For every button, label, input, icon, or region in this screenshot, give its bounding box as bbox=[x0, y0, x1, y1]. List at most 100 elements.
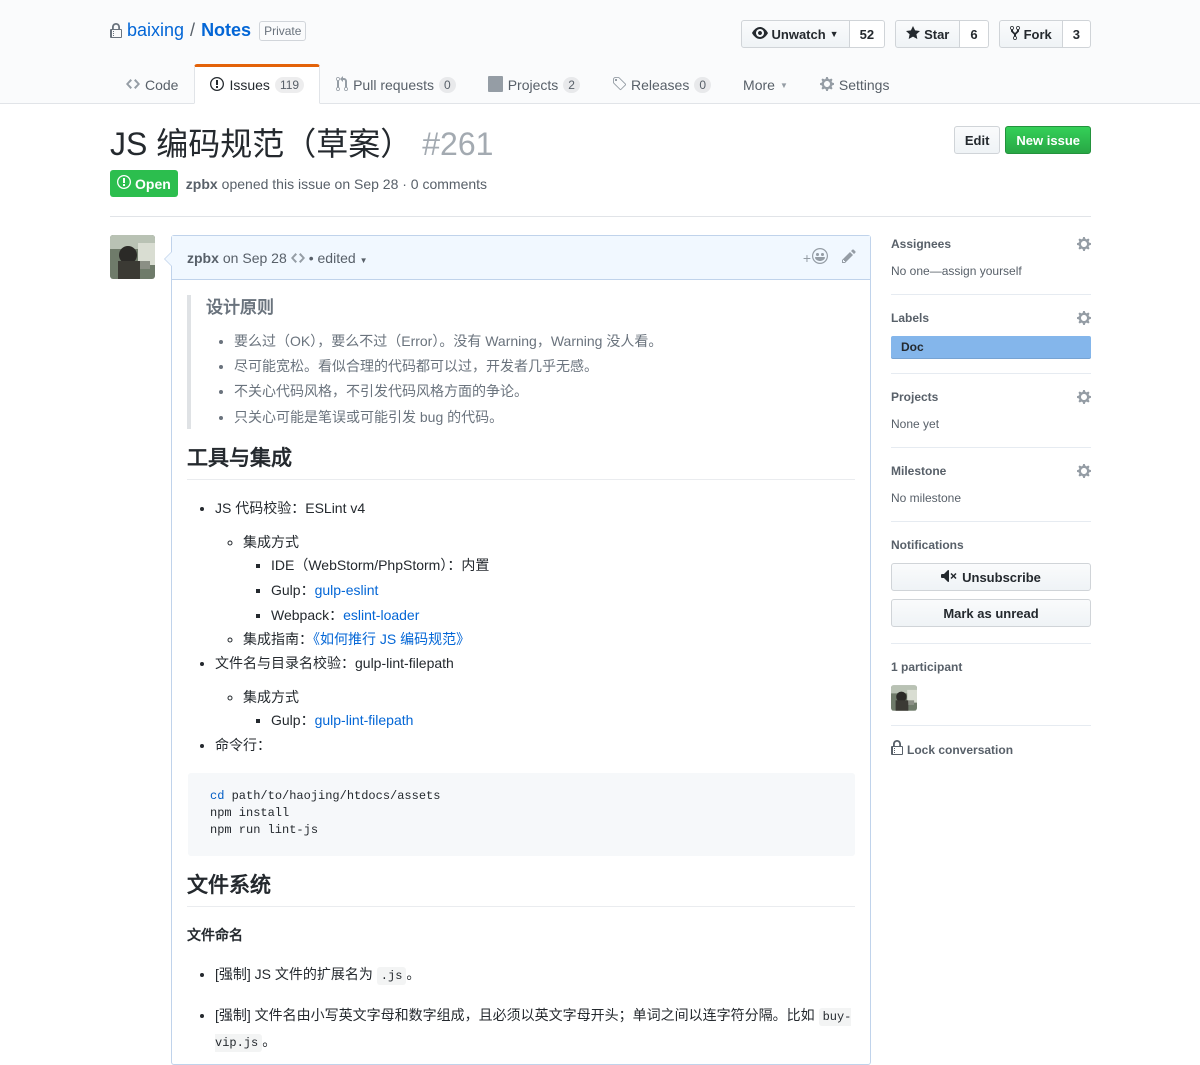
list-item: 集成指南：《如何推行 JS 编码规范》 bbox=[243, 628, 855, 650]
caret-down-icon: ▼ bbox=[829, 29, 839, 39]
star-label: Star bbox=[924, 26, 950, 42]
eslint-item: JS 代码校验：ESLint v4 bbox=[215, 500, 366, 517]
eye-icon bbox=[751, 25, 768, 44]
rule-text: [强制] JS 文件的扩展名为 bbox=[215, 966, 377, 983]
list-item: Webpack：eslint-loader bbox=[271, 603, 855, 628]
tab-more-label: More bbox=[743, 77, 775, 93]
projects-heading: Projects bbox=[891, 390, 939, 404]
star-button[interactable]: Star bbox=[895, 20, 961, 48]
repo-nav: Code Issues 119 Pull requests 0 Projects… bbox=[110, 64, 905, 104]
edit-button[interactable]: Edit bbox=[953, 126, 1001, 154]
watch-group: Unwatch ▼ 52 bbox=[740, 20, 886, 48]
gear-icon[interactable] bbox=[1077, 310, 1091, 329]
labels-heading: Labels bbox=[891, 311, 930, 325]
list-item: 文件名与目录名校验：gulp-lint-filepath 集成方式 Gulp：g… bbox=[215, 651, 855, 732]
caret-down-icon: ▼ bbox=[779, 80, 788, 90]
comment-author-link[interactable]: zpbx bbox=[187, 250, 219, 266]
eslint-loader-link[interactable]: eslint-loader bbox=[343, 607, 419, 623]
sub-sub-list: Gulp：gulp-lint-filepath bbox=[243, 708, 855, 733]
issue-meta: Open zpbx opened this issue on Sep 28 · … bbox=[110, 170, 487, 197]
label-doc[interactable]: Doc bbox=[891, 336, 1091, 359]
guide-link[interactable]: 《如何推行 JS 编码规范》 bbox=[313, 631, 470, 647]
sidebar-labels: Labels Doc bbox=[891, 309, 1091, 374]
list-item: 尽可能宽松。看似合理的代码都可以过，开发者几乎无感。 bbox=[234, 354, 840, 379]
releases-counter: 0 bbox=[694, 77, 712, 93]
tab-code[interactable]: Code bbox=[110, 64, 194, 104]
milestone-value: No milestone bbox=[891, 491, 962, 505]
watch-count[interactable]: 52 bbox=[849, 20, 886, 48]
assignees-value[interactable]: No one—assign yourself bbox=[891, 262, 1091, 280]
private-badge: Private bbox=[259, 20, 307, 41]
participants-heading: 1 participant bbox=[891, 660, 963, 674]
rule-end: 。 bbox=[262, 1033, 277, 1050]
participant-avatar[interactable] bbox=[891, 685, 917, 711]
unwatch-button[interactable]: Unwatch ▼ bbox=[740, 20, 850, 48]
integration-label: 集成方式 bbox=[243, 533, 299, 550]
projects-counter: 2 bbox=[563, 77, 580, 93]
lock-conversation-link[interactable]: Lock conversation bbox=[891, 740, 1091, 759]
mark-as-unread-button[interactable]: Mark as unread bbox=[891, 599, 1091, 627]
tab-releases[interactable]: Releases 0 bbox=[596, 64, 727, 104]
edited-dropdown[interactable]: • edited ▼ bbox=[309, 250, 368, 266]
new-issue-button[interactable]: New issue bbox=[1005, 126, 1091, 154]
fork-count[interactable]: 3 bbox=[1062, 20, 1091, 48]
tab-settings[interactable]: Settings bbox=[804, 64, 906, 104]
projects-value: None yet bbox=[891, 417, 940, 431]
comment-actions: + bbox=[803, 248, 856, 267]
issue-author-link[interactable]: zpbx bbox=[186, 176, 218, 192]
star-group: Star 6 bbox=[895, 20, 989, 48]
tools-heading: 工具与集成 bbox=[187, 445, 855, 481]
tools-list: JS 代码校验：ESLint v4 集成方式 IDE（WebStorm/PhpS… bbox=[187, 496, 855, 857]
lock-icon bbox=[110, 22, 122, 39]
add-reaction-button[interactable]: + bbox=[803, 248, 828, 267]
cli-item: 命令行： bbox=[215, 736, 271, 753]
milestone-heading: Milestone bbox=[891, 464, 947, 478]
gulp-eslint-link[interactable]: gulp-eslint bbox=[315, 582, 379, 598]
sidebar-assignees: Assignees No one—assign yourself bbox=[891, 235, 1091, 295]
repo-title: baixing / Notes Private bbox=[110, 20, 307, 41]
gear-icon[interactable] bbox=[1077, 389, 1091, 408]
code-keyword: cd bbox=[210, 789, 225, 804]
list-item: IDE（WebStorm/PhpStorm）：内置 bbox=[271, 553, 855, 578]
fork-button[interactable]: Fork bbox=[998, 20, 1063, 48]
repo-actions: Unwatch ▼ 52 Star 6 Fork 3 bbox=[740, 20, 1091, 48]
gear-icon[interactable] bbox=[1077, 463, 1091, 482]
tab-pull-requests[interactable]: Pull requests 0 bbox=[320, 64, 472, 104]
tab-issues[interactable]: Issues 119 bbox=[194, 64, 321, 104]
tab-projects[interactable]: Projects 2 bbox=[472, 64, 596, 104]
caret-down-icon: ▼ bbox=[359, 255, 368, 265]
unsubscribe-button[interactable]: Unsubscribe bbox=[891, 563, 1091, 591]
comment-body: 设计原则 要么过（OK），要么不过（Error）。没有 Warning，Warn… bbox=[172, 280, 870, 1056]
gulp-lint-filepath-link[interactable]: gulp-lint-filepath bbox=[315, 712, 414, 728]
list-item: 要么过（OK），要么不过（Error）。没有 Warning，Warning 没… bbox=[234, 329, 840, 354]
tab-more[interactable]: More ▼ bbox=[727, 64, 804, 104]
principles-heading: 设计原则 bbox=[206, 298, 274, 317]
fork-group: Fork 3 bbox=[998, 20, 1091, 48]
fork-label: Fork bbox=[1023, 26, 1052, 42]
issue-comment: zpbx on Sep 28 • edited ▼ + 设计原则 要么过（OK）… bbox=[164, 235, 871, 1065]
issue-opened-icon bbox=[117, 174, 131, 193]
gear-icon[interactable] bbox=[1077, 236, 1091, 255]
comment-date[interactable]: on Sep 28 bbox=[223, 250, 287, 266]
tab-releases-label: Releases bbox=[630, 77, 690, 93]
star-count[interactable]: 6 bbox=[960, 20, 989, 48]
issue-title-text: JS 编码规范（草案） bbox=[110, 126, 413, 162]
tag-icon bbox=[612, 76, 627, 95]
pulls-counter: 0 bbox=[439, 77, 456, 93]
plus-label: + bbox=[802, 249, 811, 266]
guide-prefix: 集成指南： bbox=[243, 631, 313, 648]
list-item: 只关心可能是笔误或可能引发 bug 的代码。 bbox=[234, 405, 840, 430]
pencil-icon[interactable] bbox=[842, 248, 856, 267]
git-pull-request-icon bbox=[336, 75, 349, 95]
lock-icon bbox=[891, 740, 903, 759]
repo-name-link[interactable]: Notes bbox=[201, 20, 251, 41]
assignees-heading: Assignees bbox=[891, 237, 952, 251]
tab-issues-label: Issues bbox=[229, 77, 270, 93]
repo-owner-link[interactable]: baixing bbox=[127, 20, 184, 41]
gulp-prefix: Gulp： bbox=[271, 581, 315, 598]
smiley-icon bbox=[812, 248, 828, 267]
webpack-prefix: Webpack： bbox=[271, 607, 344, 624]
edited-label: • edited bbox=[308, 249, 356, 266]
avatar[interactable] bbox=[110, 235, 155, 279]
filepath-item: 文件名与目录名校验：gulp-lint-filepath bbox=[215, 654, 454, 671]
